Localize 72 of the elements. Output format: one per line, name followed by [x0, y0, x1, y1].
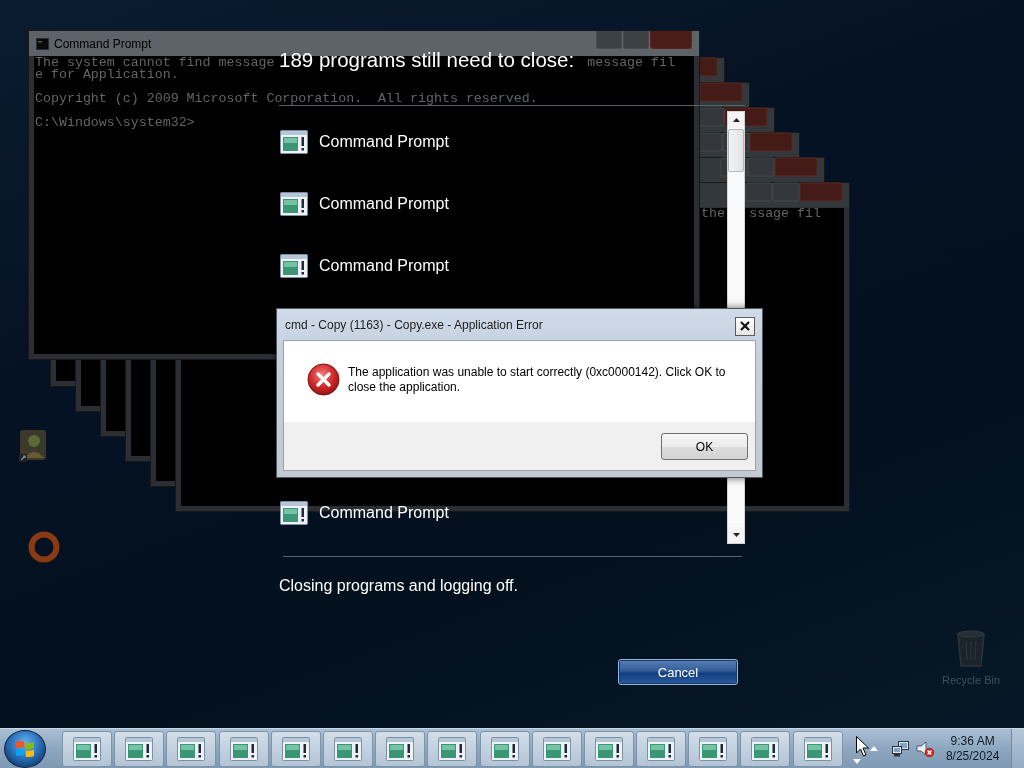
cancel-button[interactable]: Cancel [618, 659, 738, 685]
taskbar-button[interactable] [62, 730, 112, 767]
program-name: Command Prompt [319, 133, 449, 151]
clock[interactable]: 9:36 AM 8/25/2024 [941, 731, 1004, 766]
caret-up-icon [869, 746, 878, 751]
program-window-icon [280, 501, 308, 525]
program-window-icon [280, 192, 308, 216]
error-icon [307, 363, 340, 396]
console-text: C:\Windows\system32> [35, 117, 195, 129]
show-desktop-button[interactable] [1011, 728, 1024, 768]
program-name: Command Prompt [319, 504, 449, 522]
mouse-pointer-icon [856, 736, 869, 757]
taskbar-button[interactable] [114, 730, 165, 767]
program-window-icon [542, 736, 571, 761]
program-window-icon [125, 736, 154, 761]
close-programs-heading: 189 programs still need to close: [279, 47, 575, 73]
scroll-down-button[interactable] [728, 527, 744, 543]
program-window-icon [280, 130, 308, 154]
console-text: message fil [587, 57, 675, 69]
taskbar-button[interactable] [270, 730, 321, 767]
program-window-icon [386, 736, 415, 761]
taskbar-button[interactable] [792, 730, 843, 767]
ring-icon[interactable] [27, 530, 61, 564]
taskbar-button[interactable] [479, 730, 530, 767]
caret-up-icon [732, 118, 740, 122]
console-text: the [701, 208, 725, 220]
taskbar-button[interactable] [218, 730, 269, 767]
start-button[interactable] [4, 729, 46, 768]
program-window-icon [333, 736, 362, 761]
program-window-icon [229, 736, 258, 761]
program-name: Command Prompt [319, 195, 449, 213]
program-name: Command Prompt [319, 257, 449, 275]
taskbar-button[interactable] [427, 730, 478, 767]
taskbar-button[interactable] [688, 730, 739, 767]
scrollbar-thumb[interactable] [728, 129, 744, 172]
console-text: ssage fil [749, 208, 821, 220]
close-button[interactable] [735, 316, 755, 336]
program-window-icon [803, 736, 832, 761]
program-window-icon [699, 736, 728, 761]
desktop-icon-label: Recycle Bin [942, 674, 1001, 686]
speaker-muted-icon[interactable] [915, 740, 934, 757]
windows-logo-icon [15, 739, 35, 758]
taskbar-button[interactable] [740, 730, 791, 767]
program-window-icon [594, 736, 623, 761]
console-text: e for Application. [35, 69, 179, 81]
taskbar-button[interactable] [636, 730, 687, 767]
program-window-icon [438, 736, 467, 761]
console-icon [36, 37, 49, 50]
dialog-title: cmd - Copy (1163) - Copy.exe - Application Error [285, 317, 543, 332]
console-text: The system cannot find message [35, 57, 275, 69]
taskbar-button[interactable] [322, 730, 373, 767]
scroll-up-button[interactable] [728, 112, 744, 128]
program-window-icon [647, 736, 676, 761]
program-window-icon [490, 736, 519, 761]
program-window-icon [751, 736, 780, 761]
program-window-icon [281, 736, 310, 761]
program-window-icon [177, 736, 206, 761]
taskbar-button[interactable] [375, 730, 426, 767]
program-window-icon [280, 254, 308, 278]
caret-down-icon [732, 533, 740, 537]
close-icon [740, 321, 750, 331]
program-window-icon [73, 736, 101, 761]
network-icon[interactable] [891, 740, 910, 757]
taskbar-button[interactable] [531, 730, 582, 767]
console-text: Copyright (c) 2009 Microsoft Corporation. All rights reserved. [35, 93, 538, 105]
status-text: Closing programs and logging off. [279, 576, 518, 596]
window-title: Command Prompt [54, 36, 152, 51]
error-message: The application was unable to start correctly (0xc0000142). Click OK to close the application. [348, 365, 727, 395]
taskbar-button[interactable] [583, 730, 634, 767]
caret-down-icon [853, 758, 862, 764]
ok-button[interactable]: OK [661, 433, 748, 460]
taskbar-button[interactable] [166, 730, 217, 767]
